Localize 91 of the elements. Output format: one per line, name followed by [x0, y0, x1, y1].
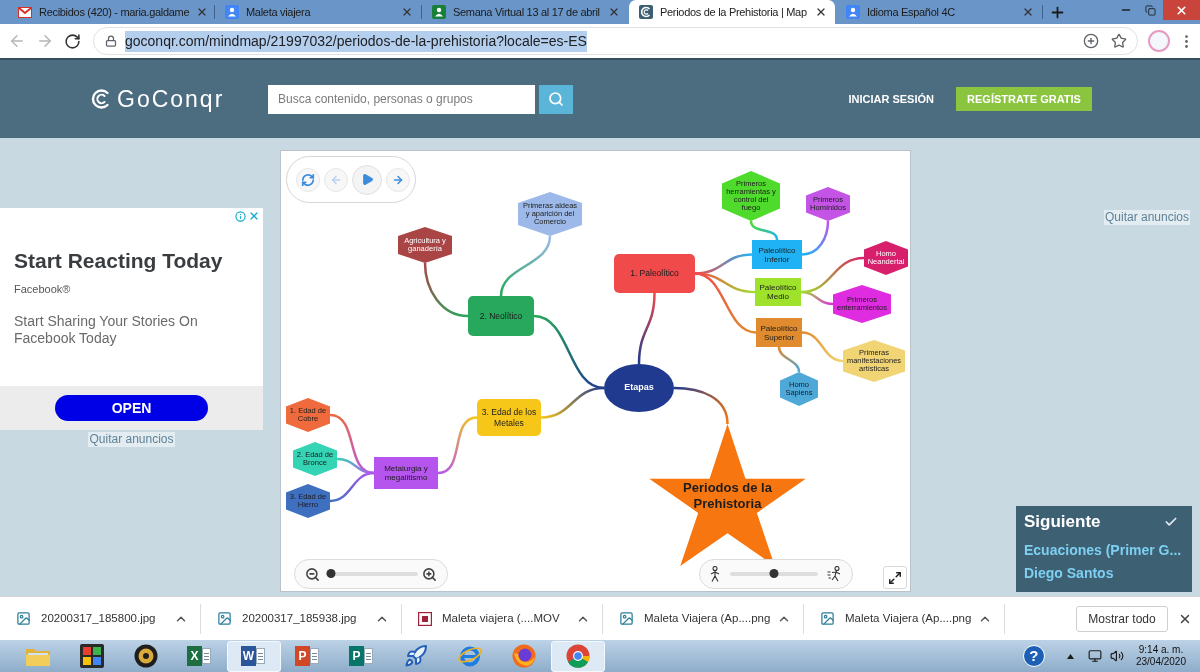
play-button[interactable]: [352, 164, 382, 195]
forward-button[interactable]: [386, 167, 410, 192]
browser-tab[interactable]: Idioma Español 4C: [836, 0, 1042, 24]
refresh-button[interactable]: [296, 167, 320, 192]
image-file-icon: [820, 611, 835, 626]
volume-icon[interactable]: [1109, 649, 1124, 663]
video-file-icon: [418, 611, 432, 626]
download-item[interactable]: Maleta Viajera (Ap....png: [603, 598, 803, 639]
lock-icon: [105, 35, 117, 47]
search-field[interactable]: Busca contenido, personas o grupos: [268, 84, 535, 114]
connector-line: [749, 220, 779, 241]
ad-advertiser: Facebook®: [14, 282, 72, 296]
browser-tab[interactable]: Semana Virtual 13 al 17 de abril: [422, 0, 628, 24]
download-item[interactable]: Maleta viajera (....MOV: [402, 598, 602, 639]
rocket-icon: [404, 644, 428, 668]
connector-line: [437, 416, 478, 475]
search-button[interactable]: [539, 84, 573, 114]
mind-map-node: 1. Paleolítico: [614, 254, 695, 293]
mind-map-node: Metalurgia y megalitismo: [374, 457, 438, 489]
arrow-right-icon: [392, 173, 404, 186]
network-icon[interactable]: [1087, 649, 1102, 663]
ad-headline[interactable]: Start Reacting Today: [14, 247, 263, 275]
person-icon: [225, 5, 239, 19]
taskbar-button[interactable]: W: [227, 640, 281, 672]
colorful-tiles-icon: [80, 644, 104, 668]
url-text[interactable]: goconqr.com/mindmap/21997032/periodos-de-la-prehistoria?locale=es-ES: [125, 30, 587, 52]
close-window-button[interactable]: [1163, 0, 1200, 20]
check-icon: [1164, 515, 1178, 529]
taskbar-button[interactable]: P: [281, 640, 335, 672]
browser-tab[interactable]: Periodos de la Prehistoria | Map: [629, 0, 835, 24]
browser-tab[interactable]: Recibidos (420) - maria.galdame: [8, 0, 214, 24]
logo-icon: [639, 5, 653, 19]
image-file-icon: [217, 611, 232, 626]
image-file-icon: [619, 611, 634, 626]
person-icon: [432, 5, 446, 19]
open-button[interactable]: OPEN: [55, 395, 208, 421]
mind-map-node: Etapas: [604, 364, 674, 412]
running-figure-icon: [827, 566, 843, 582]
restore-icon: [1145, 4, 1156, 16]
next-author[interactable]: Diego Santos: [1024, 564, 1192, 582]
mind-map-node: 3. Edad de los Metales: [477, 399, 541, 436]
ad-description: Start Sharing Your Stories On Facebook Today: [14, 313, 199, 347]
zoom-in-icon[interactable]: [422, 566, 437, 582]
logo-icon: [90, 88, 112, 110]
taskbar-button[interactable]: X: [173, 640, 227, 672]
mind-map-node: 2. Neolítico: [468, 296, 534, 336]
expand-icon: [888, 570, 902, 585]
browser-tab[interactable]: Maleta viajera: [215, 0, 421, 24]
bookmark-star-icon[interactable]: [1111, 33, 1127, 49]
refresh-icon: [301, 172, 315, 187]
download-item[interactable]: 20200317_185938.jpg: [201, 598, 401, 639]
clock-date: 23/04/2020: [1135, 656, 1186, 668]
remove-ads-link[interactable]: Quitar anuncios: [88, 432, 175, 447]
play-icon: [360, 173, 374, 186]
next-heading: Siguiente: [1024, 511, 1101, 534]
segmented-circle-icon: [566, 644, 590, 668]
mind-map-node: Paleolítico Superior: [756, 318, 802, 347]
taskbar-button[interactable]: P: [335, 640, 389, 672]
next-item-panel[interactable]: Siguiente Ecuaciones (Primer G... Diego Santos: [1016, 506, 1192, 592]
mind-map-node: Paleolítico Inferior: [752, 240, 802, 269]
connector-line: [499, 235, 552, 297]
clock-time: 9:14 a. m.: [1138, 644, 1184, 656]
close-icon[interactable]: [815, 6, 827, 18]
connector-line: [673, 386, 729, 425]
slider-thumb[interactable]: [326, 569, 336, 578]
download-item[interactable]: 20200317_185800.jpg: [0, 598, 200, 639]
next-title[interactable]: Ecuaciones (Primer G...: [1024, 541, 1192, 559]
zoom-out-icon[interactable]: [305, 566, 320, 582]
arrow-left-icon: [330, 173, 342, 186]
globe-logo-icon: [512, 644, 536, 668]
help-button[interactable]: ?: [1022, 645, 1045, 667]
ring-logo-icon: [457, 644, 483, 668]
mind-map-node: Paleolítico Medio: [755, 278, 801, 306]
walking-figure-icon: [709, 566, 721, 582]
connector-line: [423, 262, 469, 318]
search-icon: [548, 91, 564, 107]
slider-thumb[interactable]: [769, 569, 779, 578]
person-icon: [846, 5, 860, 19]
site-logo[interactable]: GoConqr: [117, 87, 225, 111]
fullscreen-button[interactable]: [883, 566, 907, 589]
disc-icon: [134, 644, 158, 668]
login-link[interactable]: INICIAR SESIÓN: [848, 90, 934, 108]
close-icon: [1175, 3, 1188, 17]
remove-ads-link[interactable]: Quitar anuncios: [1103, 210, 1190, 225]
download-item[interactable]: Maleta Viajera (Ap....png: [804, 598, 1004, 639]
show-all-button[interactable]: Mostrar todo: [1076, 605, 1168, 632]
reload-icon[interactable]: [64, 32, 81, 50]
image-file-icon: [16, 611, 31, 626]
add-icon[interactable]: [1083, 33, 1099, 49]
mail-icon: [18, 6, 32, 18]
caret-up-icon[interactable]: [1066, 653, 1074, 659]
